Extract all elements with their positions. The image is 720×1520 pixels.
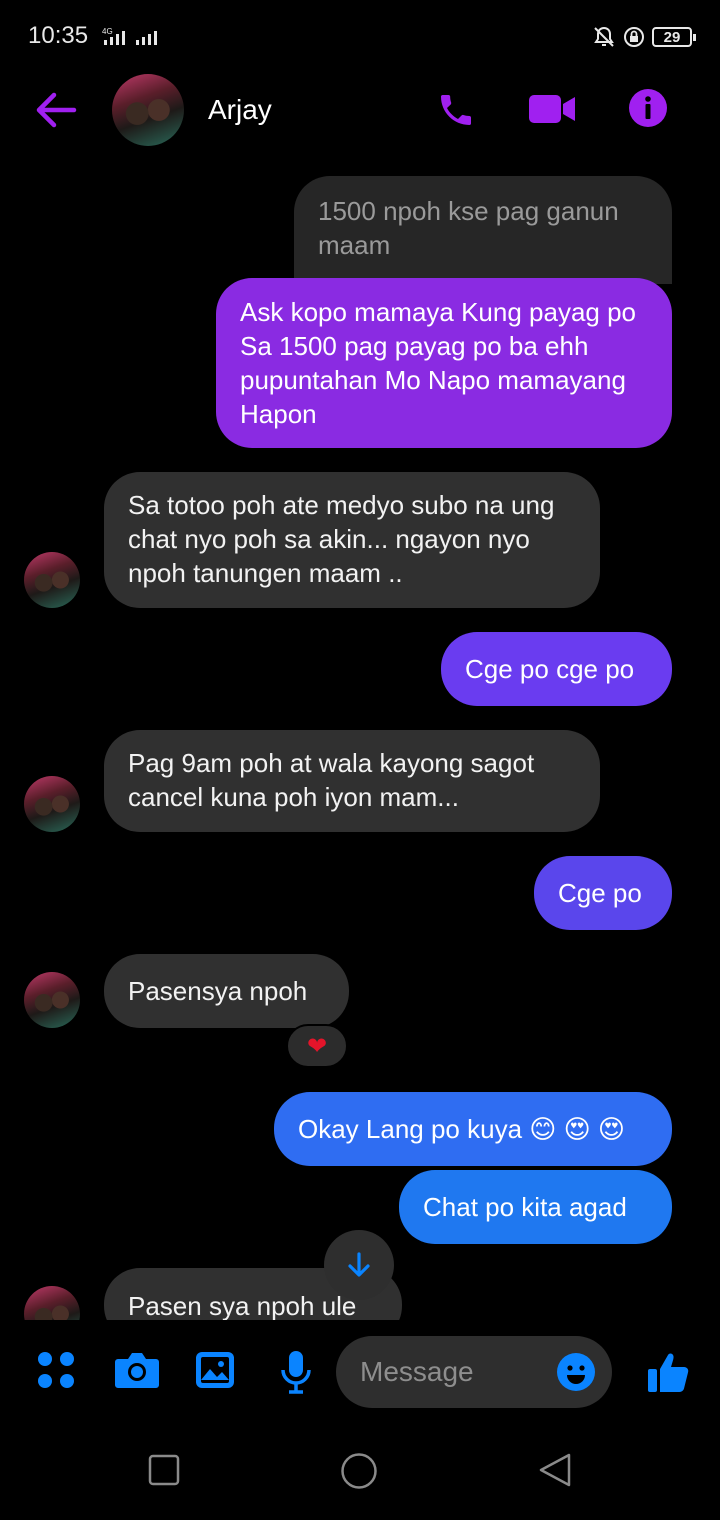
video-call-icon[interactable]: [528, 92, 576, 126]
system-navigation-bar: [0, 1424, 720, 1520]
conversation-header: Arjay: [0, 72, 720, 156]
home-icon[interactable]: [340, 1452, 378, 1490]
contact-avatar[interactable]: [112, 74, 184, 146]
bell-muted-icon: [594, 26, 614, 47]
sender-avatar[interactable]: [24, 972, 80, 1028]
lock-rotation-icon: [624, 27, 644, 47]
microphone-icon[interactable]: [280, 1350, 312, 1394]
message-bubble-incoming[interactable]: Sa totoo poh ate medyo subo na ung chat …: [104, 472, 600, 608]
more-actions-icon[interactable]: [36, 1350, 76, 1390]
sender-avatar[interactable]: [24, 1286, 80, 1320]
camera-icon[interactable]: [114, 1350, 160, 1390]
message-thread[interactable]: 1500 npoh kse pag ganun maam Ask kopo ma…: [0, 156, 720, 1320]
sender-avatar[interactable]: [24, 776, 80, 832]
heart-reaction-icon[interactable]: ❤: [286, 1024, 348, 1068]
info-icon[interactable]: [628, 88, 668, 128]
thumbs-up-icon[interactable]: [646, 1350, 690, 1394]
network-type-label: 4G: [102, 27, 113, 36]
message-bubble-outgoing[interactable]: Chat po kita agad: [399, 1170, 672, 1244]
message-bubble-outgoing[interactable]: Ask kopo mamaya Kung payag po Sa 1500 pa…: [216, 278, 672, 448]
message-bubble-incoming[interactable]: Pasensya npoh: [104, 954, 349, 1028]
scroll-to-bottom-button[interactable]: [324, 1230, 394, 1300]
recent-apps-icon[interactable]: [148, 1454, 180, 1486]
phone-call-icon[interactable]: [436, 90, 476, 130]
message-bubble-incoming[interactable]: Pag 9am poh at wala kayong sagot cancel …: [104, 730, 600, 832]
emoji-icon[interactable]: [556, 1352, 596, 1392]
message-bubble-outgoing[interactable]: Okay Lang po kuya 😊 😍 😍: [274, 1092, 672, 1166]
signal-icon: 4G: [102, 27, 157, 45]
sender-avatar[interactable]: [24, 552, 80, 608]
battery-icon: 29: [652, 27, 696, 47]
gallery-icon[interactable]: [194, 1350, 236, 1390]
contact-name[interactable]: Arjay: [208, 94, 272, 126]
status-time: 10:35: [28, 22, 89, 49]
back-triangle-icon[interactable]: [538, 1452, 572, 1488]
message-bubble-outgoing[interactable]: Cge po cge po: [441, 632, 672, 706]
arrow-down-icon: [348, 1252, 370, 1277]
message-composer: [0, 1320, 720, 1424]
back-arrow-icon[interactable]: [34, 90, 78, 130]
message-bubble-outgoing-replied[interactable]: 1500 npoh kse pag ganun maam: [294, 176, 672, 284]
message-bubble-outgoing[interactable]: Cge po: [534, 856, 672, 930]
status-bar: 10:35 4G 29: [0, 0, 720, 72]
